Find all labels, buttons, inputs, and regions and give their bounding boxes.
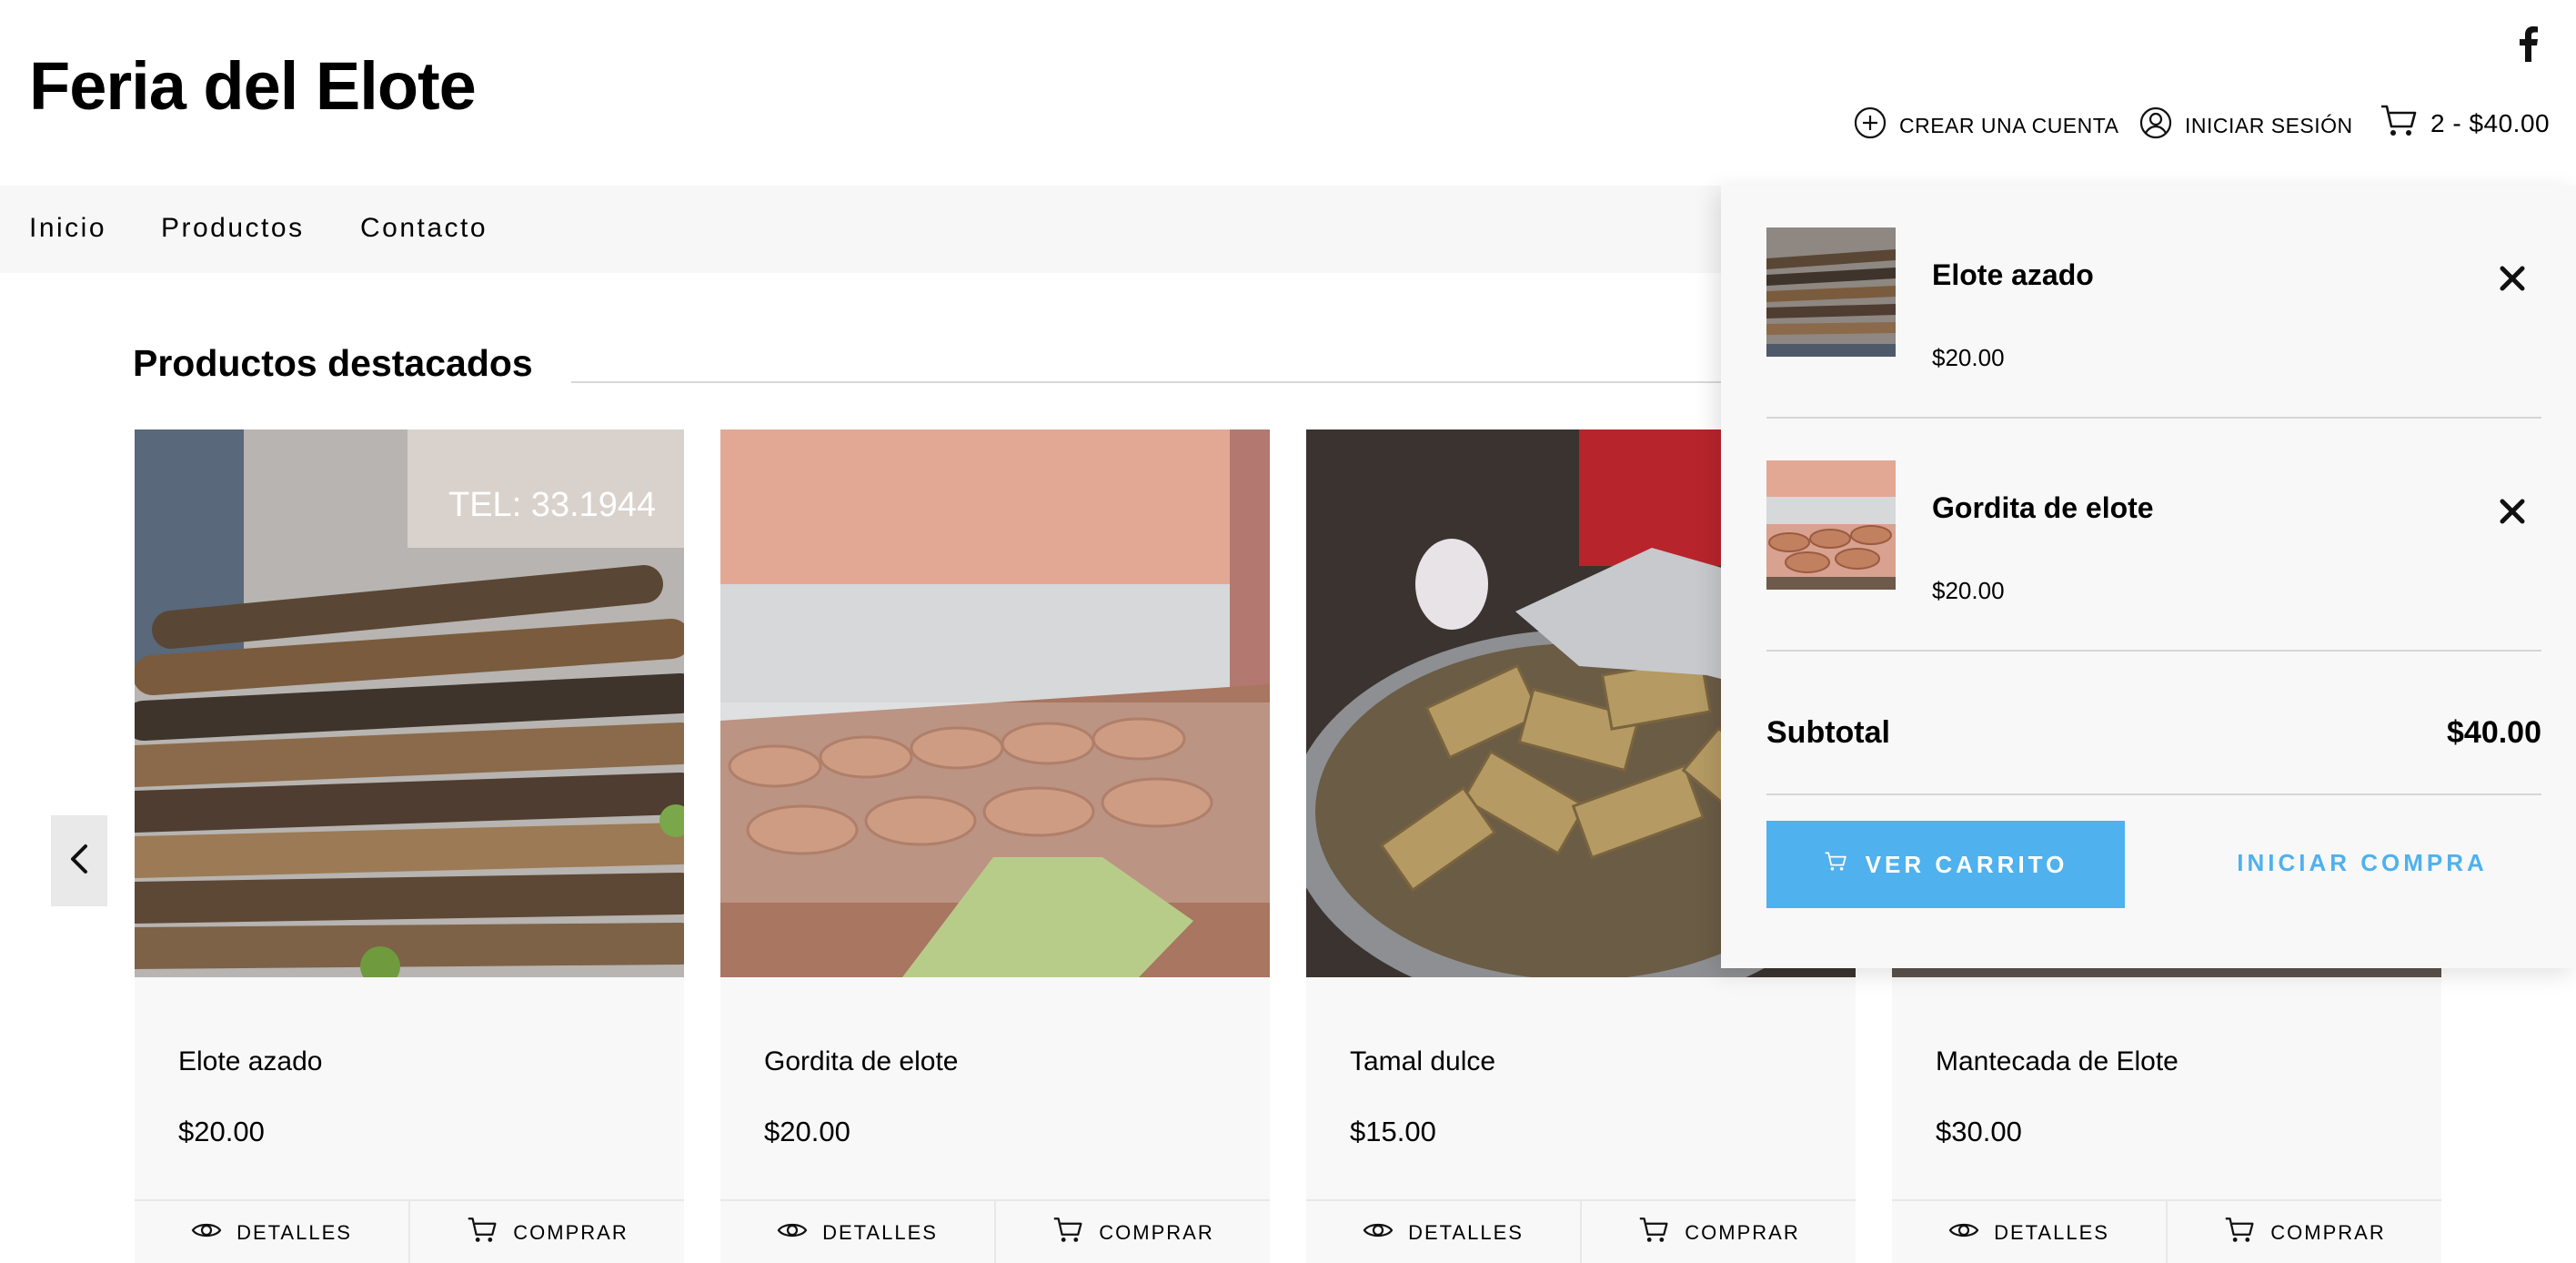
nav-item-contacto[interactable]: Contacto (360, 213, 488, 244)
details-label: DETALLES (822, 1221, 938, 1244)
buy-label: COMPRAR (513, 1221, 629, 1244)
subtotal-value: $40.00 (2447, 715, 2541, 750)
buy-label: COMPRAR (2270, 1221, 2386, 1244)
nav-item-inicio[interactable]: Inicio (29, 213, 106, 244)
product-name[interactable]: Mantecada de Elote (1936, 1046, 2179, 1077)
product-card: TEL: 33.1944 Elote azado $20.00 DETALLES… (135, 429, 684, 1263)
cart-item-price: $20.00 (1932, 577, 2005, 604)
section-divider (571, 381, 1726, 383)
details-label: DETALLES (1408, 1221, 1524, 1244)
site-title[interactable]: Feria del Elote (29, 47, 477, 125)
product-actions: DETALLES COMPRAR (1306, 1199, 1856, 1263)
svg-text:TEL: 33.1944: TEL: 33.1944 (448, 486, 656, 524)
view-cart-label: VER CARRITO (1865, 850, 2068, 878)
login-label: INICIAR SESIÓN (2185, 113, 2353, 137)
facebook-icon[interactable] (2516, 25, 2540, 62)
details-button[interactable]: DETALLES (720, 1201, 996, 1263)
product-actions: DETALLES COMPRAR (720, 1199, 1270, 1263)
buy-button[interactable]: COMPRAR (996, 1201, 1270, 1263)
create-account-link[interactable]: CREAR UNA CUENTA (1854, 106, 2119, 145)
remove-item-button[interactable] (2494, 260, 2531, 297)
product-name[interactable]: Gordita de elote (764, 1046, 958, 1077)
eye-icon (777, 1220, 808, 1246)
subtotal-row: Subtotal $40.00 (1766, 666, 2541, 795)
nav-item-productos[interactable]: Productos (161, 213, 305, 244)
view-cart-button[interactable]: VER CARRITO (1766, 821, 2125, 908)
product-price: $20.00 (764, 1116, 850, 1147)
cart-icon (1637, 1216, 1670, 1250)
product-image-grilled-corn[interactable]: TEL: 33.1944 (135, 429, 684, 977)
product-name[interactable]: Elote azado (178, 1046, 322, 1077)
buy-button[interactable]: COMPRAR (2168, 1201, 2441, 1263)
chevron-left-icon (65, 841, 93, 882)
cart-summary-text: 2 - $40.00 (2430, 109, 2551, 137)
cart-dropdown: Elote azado $20.00 Gordita de elote $20.… (1721, 186, 2576, 968)
cart-item-name[interactable]: Elote azado (1932, 258, 2094, 292)
close-icon (2494, 266, 2531, 300)
buy-label: COMPRAR (1099, 1221, 1214, 1244)
cart-item-thumbnail[interactable] (1766, 460, 1896, 590)
buy-label: COMPRAR (1685, 1221, 1800, 1244)
details-button[interactable]: DETALLES (1306, 1201, 1582, 1263)
create-account-label: CREAR UNA CUENTA (1899, 113, 2119, 137)
product-actions: DETALLES COMPRAR (1892, 1199, 2441, 1263)
carousel-prev-button[interactable] (51, 815, 107, 906)
cart-item: Gordita de elote $20.00 (1766, 419, 2541, 652)
details-label: DETALLES (1994, 1221, 2109, 1244)
cart-item-thumbnail[interactable] (1766, 227, 1896, 357)
subtotal-label: Subtotal (1766, 715, 1890, 750)
cart-icon (2223, 1216, 2256, 1250)
product-price: $30.00 (1936, 1116, 2022, 1147)
login-link[interactable]: INICIAR SESIÓN (2139, 106, 2353, 145)
cart-item: Elote azado $20.00 (1766, 186, 2541, 419)
product-price: $20.00 (178, 1116, 265, 1147)
eye-icon (191, 1220, 222, 1246)
cart-icon (1052, 1216, 1084, 1250)
section-title: Productos destacados (133, 342, 533, 384)
cart-icon (466, 1216, 498, 1250)
cart-item-name[interactable]: Gordita de elote (1932, 491, 2154, 525)
product-name[interactable]: Tamal dulce (1350, 1046, 1495, 1077)
cart-icon (2380, 103, 2418, 146)
checkout-button[interactable]: INICIAR COMPRA (2212, 821, 2512, 904)
buy-button[interactable]: COMPRAR (410, 1201, 684, 1263)
remove-item-button[interactable] (2494, 493, 2531, 530)
cart-summary-button[interactable]: 2 - $40.00 (2380, 104, 2550, 144)
buy-button[interactable]: COMPRAR (1582, 1201, 1856, 1263)
product-card: Gordita de elote $20.00 DETALLES COMPRAR (720, 429, 1270, 1263)
close-icon (2494, 499, 2531, 533)
eye-icon (1363, 1220, 1394, 1246)
details-label: DETALLES (236, 1221, 352, 1244)
details-button[interactable]: DETALLES (1892, 1201, 2168, 1263)
cart-icon (1824, 851, 1847, 879)
product-price: $15.00 (1350, 1116, 1436, 1147)
product-actions: DETALLES COMPRAR (135, 1199, 684, 1263)
plus-circle-icon (1854, 106, 1887, 145)
details-button[interactable]: DETALLES (135, 1201, 410, 1263)
eye-icon (1948, 1220, 1979, 1246)
checkout-label: INICIAR COMPRA (2237, 848, 2488, 876)
product-image-gorditas[interactable] (720, 429, 1270, 977)
user-circle-icon (2139, 106, 2172, 145)
cart-item-price: $20.00 (1932, 344, 2005, 371)
